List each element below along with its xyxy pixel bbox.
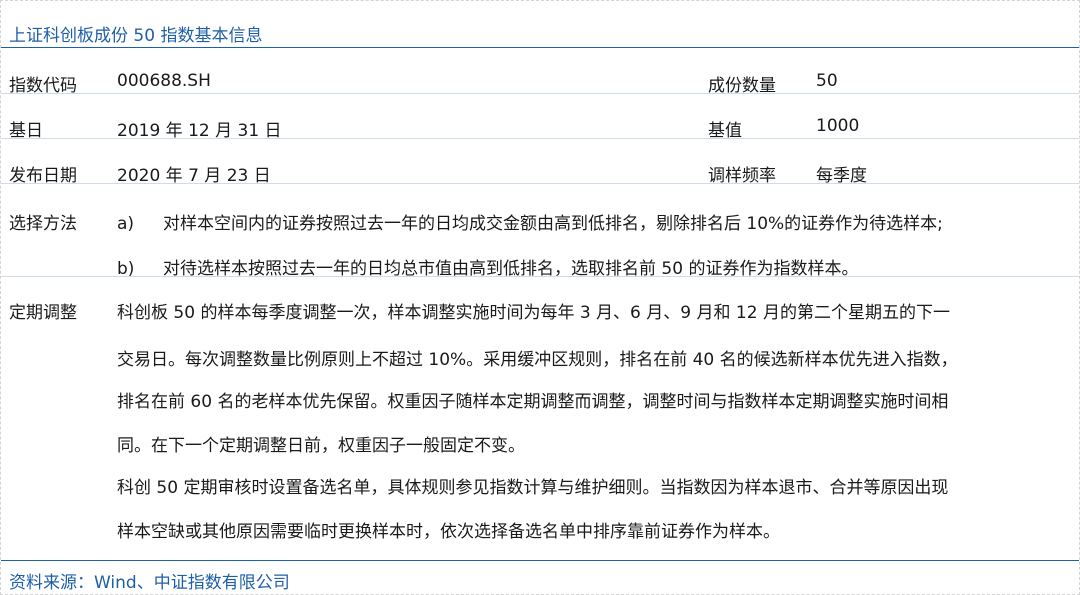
adjustment-text-line: 同。在下一个定期调整日前，权重因子一般固定不变。: [117, 436, 525, 456]
value-base-date: 2019 年 12 月 31 日: [117, 121, 282, 141]
label-periodic-adjustment: 定期调整: [9, 303, 77, 323]
selection-item-marker: a): [117, 214, 135, 234]
table-row-periodic-adjustment: 定期调整 科创板 50 的样本每季度调整一次，样本调整实施时间为每年 3 月、6…: [1, 277, 1079, 559]
selection-item-text: 对样本空间内的证券按照过去一年的日均成交金额由高到低排名，剔除排名后 10%的证…: [163, 214, 943, 234]
label-base-value: 基值: [708, 121, 742, 141]
value-index-code: 000688.SH: [117, 71, 211, 91]
label-constituent-count: 成份数量: [708, 76, 776, 96]
adjustment-text-line: 交易日。每次调整数量比例原则上不超过 10%。采用缓冲区规则，排名在前 40 名…: [117, 350, 958, 370]
selection-item: b) 对待选样本按照过去一年的日均总市值由高到低排名，选取排名前 50 的证券作为…: [117, 254, 858, 279]
index-info-table: 上证科创板成份 50 指数基本信息 指数代码 000688.SH 成份数量 50…: [0, 0, 1080, 595]
value-release-date: 2020 年 7 月 23 日: [117, 166, 271, 186]
value-rebalance-frequency: 每季度: [816, 166, 867, 186]
selection-item-marker: b): [117, 259, 135, 279]
table-row-base-date: 基日 2019 年 12 月 31 日 基值 1000: [1, 94, 1079, 141]
adjustment-text-line: 排名在前 60 名的老样本优先保留。权重因子随样本定期调整而调整，调整时间与指数…: [117, 392, 949, 412]
table-row-selection-method: 选择方法 a) 对样本空间内的证券按照过去一年的日均成交金额由高到低排名，剔除排名…: [1, 184, 1079, 279]
value-constituent-count: 50: [816, 71, 838, 91]
table-row-release-date: 发布日期 2020 年 7 月 23 日 调样频率 每季度: [1, 139, 1079, 186]
value-base-value: 1000: [816, 116, 860, 136]
adjustment-text-line: 科创板 50 的样本每季度调整一次，样本调整实施时间为每年 3 月、6 月、9 …: [117, 303, 950, 323]
selection-item: a) 对样本空间内的证券按照过去一年的日均成交金额由高到低排名，剔除排名后 10%…: [117, 209, 943, 234]
label-rebalance-frequency: 调样频率: [708, 166, 776, 186]
selection-item-text: 对待选样本按照过去一年的日均总市值由高到低排名，选取排名前 50 的证券作为指数…: [163, 259, 859, 279]
label-release-date: 发布日期: [9, 166, 77, 186]
table-title-row: 上证科创板成份 50 指数基本信息: [1, 1, 1079, 48]
adjustment-text-line: 样本空缺或其他原因需要临时更换样本时，依次选择备选名单中排序靠前证券作为样本。: [117, 522, 780, 542]
label-selection-method: 选择方法: [9, 214, 77, 234]
source-note: 资料来源：Wind、中证指数有限公司: [9, 573, 290, 593]
table-row-code: 指数代码 000688.SH 成份数量 50: [1, 49, 1079, 96]
table-title: 上证科创板成份 50 指数基本信息: [9, 26, 263, 46]
label-base-date: 基日: [9, 121, 43, 141]
adjustment-text-line: 科创 50 定期审核时设置备选名单，具体规则参见指数计算与维护细则。当指数因为样…: [117, 478, 949, 498]
label-index-code: 指数代码: [9, 76, 77, 96]
source-row: 资料来源：Wind、中证指数有限公司: [1, 560, 1079, 595]
